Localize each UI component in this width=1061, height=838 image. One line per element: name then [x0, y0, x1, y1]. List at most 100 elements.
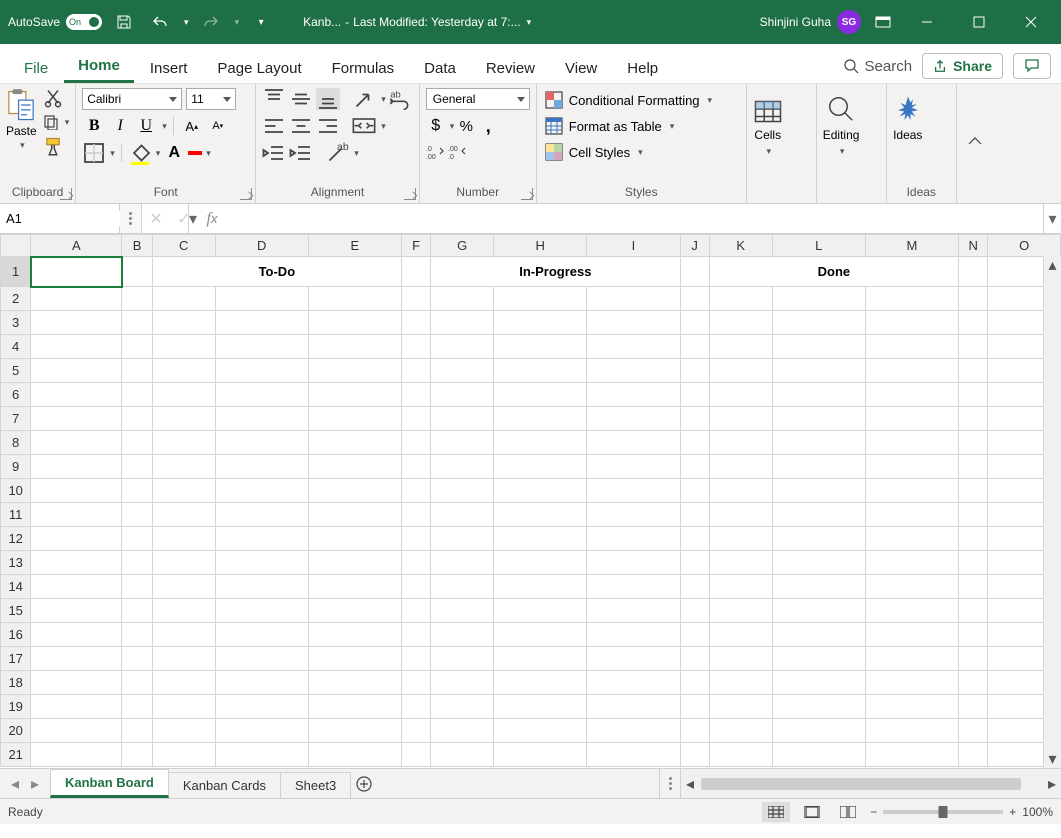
tab-file[interactable]: File [10, 52, 62, 83]
cell-L14[interactable] [772, 575, 865, 599]
zoom-slider[interactable] [883, 810, 1003, 814]
cell-M2[interactable] [865, 287, 958, 311]
cell-A19[interactable] [31, 695, 122, 719]
col-header-O[interactable]: O [988, 235, 1061, 257]
fx-grip[interactable] [120, 204, 142, 233]
cell-H18[interactable] [494, 671, 587, 695]
fill-color-dd[interactable]: ▾ [156, 148, 161, 159]
col-header-L[interactable]: L [772, 235, 865, 257]
cell-H5[interactable] [494, 359, 587, 383]
cell-J5[interactable] [680, 359, 709, 383]
cell-G17[interactable] [431, 647, 494, 671]
row-header-16[interactable]: 16 [1, 623, 31, 647]
cell-G5[interactable] [431, 359, 494, 383]
cell-F2[interactable] [401, 287, 430, 311]
cell-E17[interactable] [308, 647, 401, 671]
zoom-out-button[interactable]: − [870, 805, 877, 819]
italic-button[interactable]: I [108, 115, 132, 137]
cell-F4[interactable] [401, 335, 430, 359]
tab-data[interactable]: Data [410, 52, 470, 83]
row-header-11[interactable]: 11 [1, 503, 31, 527]
cell-J11[interactable] [680, 503, 709, 527]
share-button[interactable]: Share [922, 53, 1003, 79]
cell-J18[interactable] [680, 671, 709, 695]
cell-K17[interactable] [709, 647, 772, 671]
cell-K2[interactable] [709, 287, 772, 311]
cell-I9[interactable] [587, 455, 680, 479]
cell-B20[interactable] [122, 719, 152, 743]
cell-K9[interactable] [709, 455, 772, 479]
cell-K13[interactable] [709, 551, 772, 575]
cell-N5[interactable] [959, 359, 988, 383]
cell-I10[interactable] [587, 479, 680, 503]
cell-I16[interactable] [587, 623, 680, 647]
clipboard-launcher[interactable] [60, 188, 72, 200]
cell-A13[interactable] [31, 551, 122, 575]
accounting-dd[interactable]: ▾ [450, 121, 455, 132]
accounting-button[interactable]: $ [426, 116, 446, 136]
ribbon-display-options[interactable] [869, 8, 897, 36]
cell-B1[interactable] [122, 257, 152, 287]
align-left-button[interactable] [262, 115, 286, 137]
cell-D19[interactable] [215, 695, 308, 719]
conditional-formatting-button[interactable]: Conditional Formatting▾ [543, 88, 714, 112]
font-size-select[interactable] [186, 88, 236, 110]
row-header-14[interactable]: 14 [1, 575, 31, 599]
percent-button[interactable]: % [456, 116, 476, 136]
document-title[interactable]: Kanb... - Last Modified: Yesterday at 7:… [303, 15, 531, 29]
cell-E12[interactable] [308, 527, 401, 551]
tab-formulas[interactable]: Formulas [318, 52, 409, 83]
cell-F6[interactable] [401, 383, 430, 407]
cell-N17[interactable] [959, 647, 988, 671]
cell-L13[interactable] [772, 551, 865, 575]
cell-F3[interactable] [401, 311, 430, 335]
cell-L15[interactable] [772, 599, 865, 623]
grow-font-button[interactable]: A▴ [180, 115, 204, 137]
row-header-1[interactable]: 1 [1, 257, 31, 287]
cell-D7[interactable] [215, 407, 308, 431]
cell-F19[interactable] [401, 695, 430, 719]
bold-button[interactable]: B [82, 115, 106, 137]
cell-C5[interactable] [152, 359, 215, 383]
cell-N19[interactable] [959, 695, 988, 719]
collapse-ribbon-button[interactable] [957, 84, 993, 203]
alignment-launcher[interactable] [404, 188, 416, 200]
cell-B15[interactable] [122, 599, 152, 623]
zoom-control[interactable]: − + 100% [870, 805, 1053, 819]
cell-B3[interactable] [122, 311, 152, 335]
save-icon[interactable] [110, 8, 138, 36]
cell-M4[interactable] [865, 335, 958, 359]
cell-I20[interactable] [587, 719, 680, 743]
cell-F13[interactable] [401, 551, 430, 575]
cell-H3[interactable] [494, 311, 587, 335]
cell-F5[interactable] [401, 359, 430, 383]
cell-G21[interactable] [431, 743, 494, 767]
col-header-A[interactable]: A [31, 235, 122, 257]
cell-E11[interactable] [308, 503, 401, 527]
cell-F8[interactable] [401, 431, 430, 455]
cell-M12[interactable] [865, 527, 958, 551]
cell-A5[interactable] [31, 359, 122, 383]
formula-input[interactable] [226, 211, 1043, 226]
row-header-20[interactable]: 20 [1, 719, 31, 743]
cell-G4[interactable] [431, 335, 494, 359]
cell-A10[interactable] [31, 479, 122, 503]
align-top-button[interactable] [262, 88, 286, 110]
cell-L19[interactable] [772, 695, 865, 719]
cell-L7[interactable] [772, 407, 865, 431]
cell-H4[interactable] [494, 335, 587, 359]
search-box[interactable]: Search [843, 58, 913, 75]
zoom-in-button[interactable]: + [1009, 805, 1016, 819]
sheet-tab-kanban-board[interactable]: Kanban Board [50, 769, 169, 798]
cell-I2[interactable] [587, 287, 680, 311]
sheet-tab-kanban-cards[interactable]: Kanban Cards [168, 772, 281, 798]
cell-K21[interactable] [709, 743, 772, 767]
cell-E8[interactable] [308, 431, 401, 455]
cell-M13[interactable] [865, 551, 958, 575]
cell-N7[interactable] [959, 407, 988, 431]
cell-L5[interactable] [772, 359, 865, 383]
tab-home[interactable]: Home [64, 49, 134, 83]
scroll-right-arrow[interactable]: ▸ [1043, 774, 1061, 794]
row-header-8[interactable]: 8 [1, 431, 31, 455]
borders-dd[interactable]: ▾ [110, 148, 115, 159]
